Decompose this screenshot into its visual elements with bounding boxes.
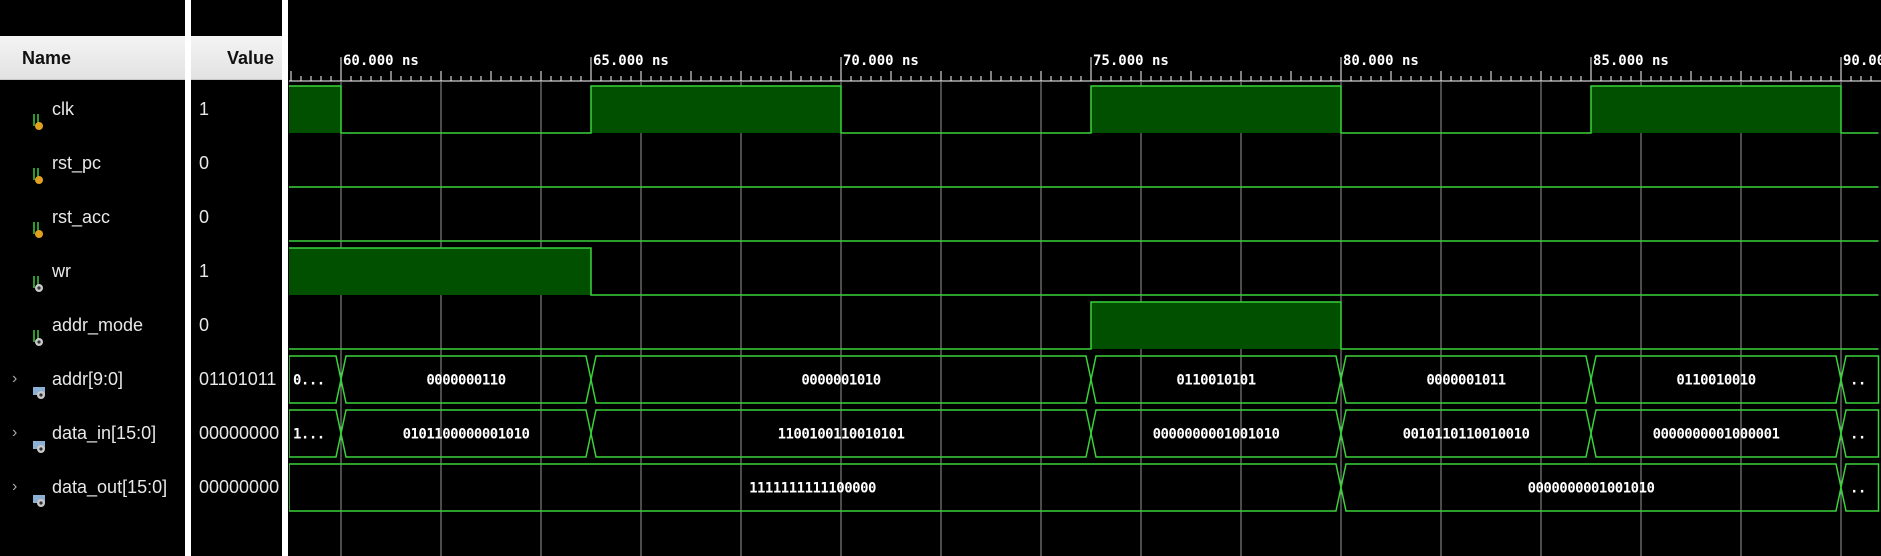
expand-chevron-icon[interactable]: › — [12, 460, 26, 514]
bus-value-label: 0000000001001010 — [1528, 481, 1655, 497]
high-level-fill — [591, 86, 841, 133]
input-bit-icon — [32, 153, 48, 184]
signal-name: clk — [52, 99, 74, 119]
output-bit-icon — [32, 261, 48, 292]
signal-value: 00000000 — [199, 423, 280, 443]
bus-value-label: 0101100000001010 — [403, 427, 530, 443]
bus-value-label: .. — [1850, 373, 1866, 389]
signal-value: 1 — [199, 99, 210, 119]
bus-value-label: 0... — [293, 373, 325, 389]
signal-name: addr[9:0] — [52, 369, 124, 389]
time-label: 85.000 ns — [1593, 53, 1669, 69]
input-bit-icon — [32, 207, 48, 238]
time-label: 90.000 ns — [1843, 53, 1881, 69]
waveform-splitter[interactable] — [282, 0, 288, 556]
high-level-fill — [1591, 86, 1841, 133]
high-level-fill — [1091, 86, 1341, 133]
name-column: Name clk rst_pc rst_accwr addr_mode › addr[9:… — [0, 0, 185, 556]
signal-value: 0 — [199, 315, 210, 335]
signal-row-addr[interactable]: › addr[9:0] — [0, 352, 123, 406]
bus-value-label: 0000001010 — [801, 373, 880, 389]
time-label: 70.000 ns — [843, 53, 919, 69]
bus-value-label: 1... — [293, 427, 325, 443]
bus-value-label: 0000001011 — [1426, 373, 1505, 389]
bus-value-label: 0000000110 — [426, 373, 505, 389]
value-column: Value 1 0 0 1 0 01101011 00000000 00000000 — [191, 0, 282, 556]
high-level-fill — [1091, 302, 1341, 349]
signal-name: rst_pc — [52, 153, 102, 173]
signal-row-rst_acc[interactable]: rst_acc — [0, 190, 110, 244]
signal-name: data_out[15:0] — [52, 477, 168, 497]
signal-row-data_in[interactable]: › data_in[15:0] — [0, 406, 156, 460]
bus-icon — [32, 369, 48, 399]
expand-chevron-icon[interactable]: › — [12, 406, 26, 460]
value-column-header[interactable]: Value — [191, 36, 282, 80]
signal-name: rst_acc — [52, 207, 111, 227]
bus-value-label: 0000000001001010 — [1153, 427, 1280, 443]
signal-name: data_in[15:0] — [52, 423, 157, 443]
bus-value-label: .. — [1850, 427, 1866, 443]
input-bit-icon — [32, 99, 48, 130]
bus-icon — [32, 477, 48, 507]
signal-row-data_out[interactable]: › data_out[15:0] — [0, 460, 167, 514]
bus-value-label: 1111111111100000 — [749, 481, 876, 497]
bus-value-label: .. — [1850, 481, 1866, 497]
signal-value: 0 — [199, 153, 210, 173]
signal-name: addr_mode — [52, 315, 144, 335]
time-label: 60.000 ns — [343, 53, 419, 69]
name-column-header[interactable]: Name — [0, 36, 185, 80]
signal-row-addr_mode[interactable]: addr_mode — [0, 298, 143, 352]
bus-value-label: 0010110110010010 — [1403, 427, 1530, 443]
expand-chevron-icon[interactable]: › — [12, 352, 26, 406]
time-label: 75.000 ns — [1093, 53, 1169, 69]
time-label: 80.000 ns — [1343, 53, 1419, 69]
time-label: 65.000 ns — [593, 53, 669, 69]
signal-row-clk[interactable]: clk — [0, 82, 74, 136]
output-bit-icon — [32, 315, 48, 346]
signal-value: 00000000 — [199, 477, 280, 497]
high-level-fill — [289, 248, 591, 295]
signal-row-rst_pc[interactable]: rst_pc — [0, 136, 101, 190]
signal-name: wr — [52, 261, 71, 281]
bus-value-label: 0000000001000001 — [1653, 427, 1780, 443]
waveform-canvas[interactable]: 60.000 ns 65.000 ns 70.000 ns 75.000 ns 80.0… — [289, 0, 1881, 556]
bus-icon — [32, 423, 48, 453]
high-level-fill — [289, 86, 341, 133]
signal-row-wr[interactable]: wr — [0, 244, 71, 298]
bus-value-label: 0110010010 — [1676, 373, 1755, 389]
signal-trace-addr_mode — [289, 301, 1879, 350]
signal-value: 01101011 — [199, 369, 277, 389]
bus-value-label: 0110010101 — [1176, 373, 1255, 389]
signal-value: 0 — [199, 207, 210, 227]
signal-value: 1 — [199, 261, 210, 281]
bus-value-label: 1100100110010101 — [778, 427, 905, 443]
